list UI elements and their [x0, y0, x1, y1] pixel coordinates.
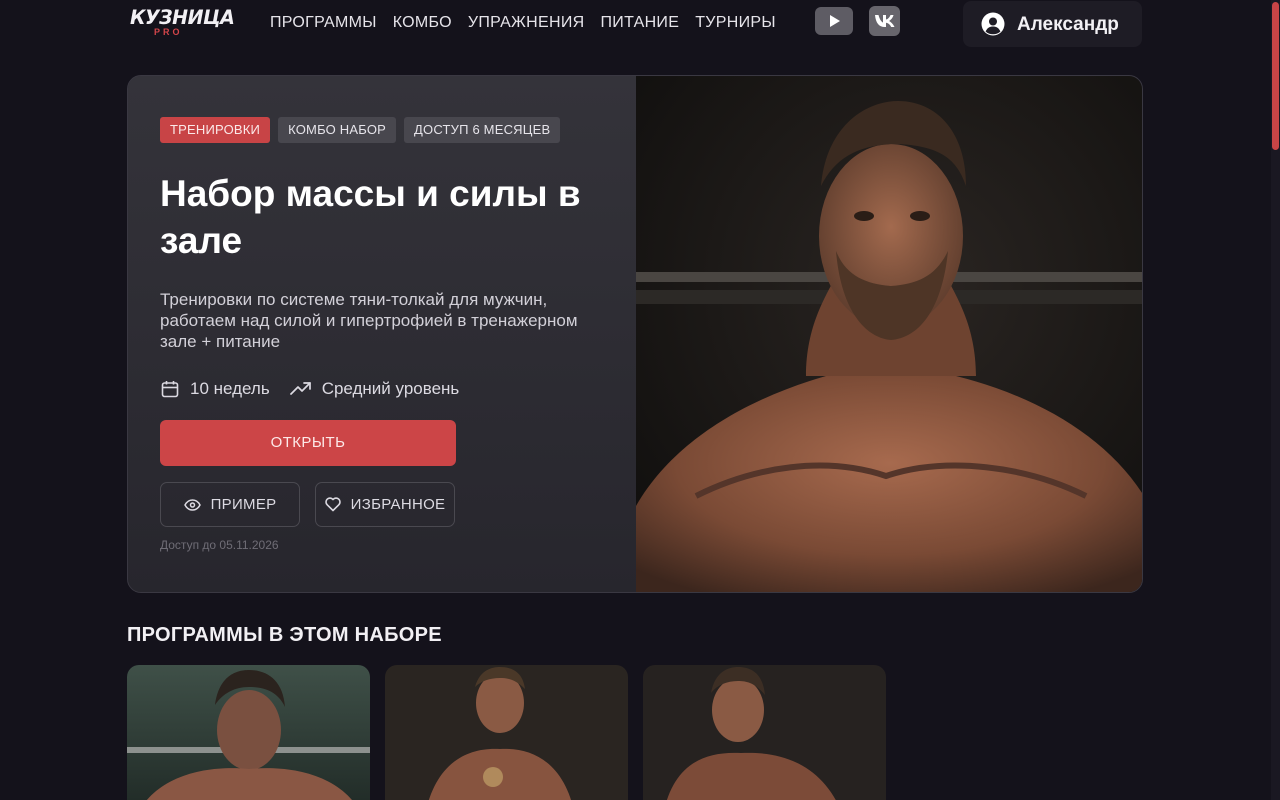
scrollbar[interactable]	[1271, 0, 1280, 800]
program-description: Тренировки по системе тяни-толкай для му…	[160, 290, 578, 351]
logo-sub: PRO	[154, 27, 183, 37]
heart-icon	[324, 497, 341, 512]
program-cover-image	[636, 76, 1142, 592]
open-button[interactable]: ОТКРЫТЬ	[160, 420, 456, 466]
level-item: Средний уровень	[289, 379, 460, 399]
nav-nutrition[interactable]: ПИТАНИЕ	[600, 14, 679, 32]
user-avatar-icon	[981, 12, 1005, 36]
program-card-image	[127, 665, 370, 800]
duration-item: 10 недель	[160, 379, 270, 399]
program-hero-card: ТРЕНИРОВКИ КОМБО НАБОР ДОСТУП 6 МЕСЯЦЕВ …	[127, 75, 1143, 593]
program-card[interactable]	[127, 665, 370, 800]
logo-text: КУЗНИЦА	[130, 6, 235, 30]
nav-programs[interactable]: ПРОГРАММЫ	[270, 14, 377, 32]
program-meta: 10 недель Средний уровень	[160, 379, 479, 399]
trending-up-icon	[289, 382, 311, 395]
example-label: ПРИМЕР	[210, 496, 277, 513]
favorite-label: ИЗБРАННОЕ	[350, 496, 446, 513]
main-nav: ПРОГРАММЫ КОМБО УПРАЖНЕНИЯ ПИТАНИЕ ТУРНИ…	[270, 14, 776, 32]
vk-icon[interactable]	[869, 6, 900, 36]
nav-combo[interactable]: КОМБО	[393, 14, 452, 32]
scrollbar-thumb[interactable]	[1272, 2, 1279, 150]
program-card-image	[643, 665, 886, 800]
program-card[interactable]	[643, 665, 886, 800]
nav-exercises[interactable]: УПРАЖНЕНИЯ	[468, 14, 585, 32]
youtube-icon[interactable]	[815, 7, 853, 35]
logo[interactable]: КУЗНИЦА PRO	[130, 6, 235, 38]
calendar-icon	[161, 381, 179, 398]
nav-tournaments[interactable]: ТУРНИРЫ	[695, 14, 776, 32]
site-header: КУЗНИЦА PRO ПРОГРАММЫ КОМБО УПРАЖНЕНИЯ П…	[0, 0, 1280, 48]
tag-trainings: ТРЕНИРОВКИ	[160, 117, 271, 143]
program-card[interactable]	[385, 665, 628, 800]
eye-icon	[183, 498, 201, 511]
example-button[interactable]: ПРИМЕР	[160, 482, 300, 527]
tag-combo: КОМБО НАБОР	[278, 117, 397, 143]
program-card-image	[385, 665, 628, 800]
access-until-text: Доступ до 05.11.2026	[160, 538, 279, 552]
user-menu[interactable]: Александр	[963, 1, 1142, 47]
hero-info: ТРЕНИРОВКИ КОМБО НАБОР ДОСТУП 6 МЕСЯЦЕВ …	[128, 76, 636, 592]
page-title: Набор массы и силы в зале	[160, 173, 581, 261]
favorite-button[interactable]: ИЗБРАННОЕ	[315, 482, 455, 527]
section-title: ПРОГРАММЫ В ЭТОМ НАБОРЕ	[127, 624, 442, 646]
user-name: Александр	[1017, 14, 1119, 35]
level-text: Средний уровень	[321, 379, 460, 398]
tag-access: ДОСТУП 6 МЕСЯЦЕВ	[404, 117, 561, 143]
duration-text: 10 недель	[190, 379, 270, 398]
tag-list: ТРЕНИРОВКИ КОМБО НАБОР ДОСТУП 6 МЕСЯЦЕВ	[160, 117, 561, 143]
